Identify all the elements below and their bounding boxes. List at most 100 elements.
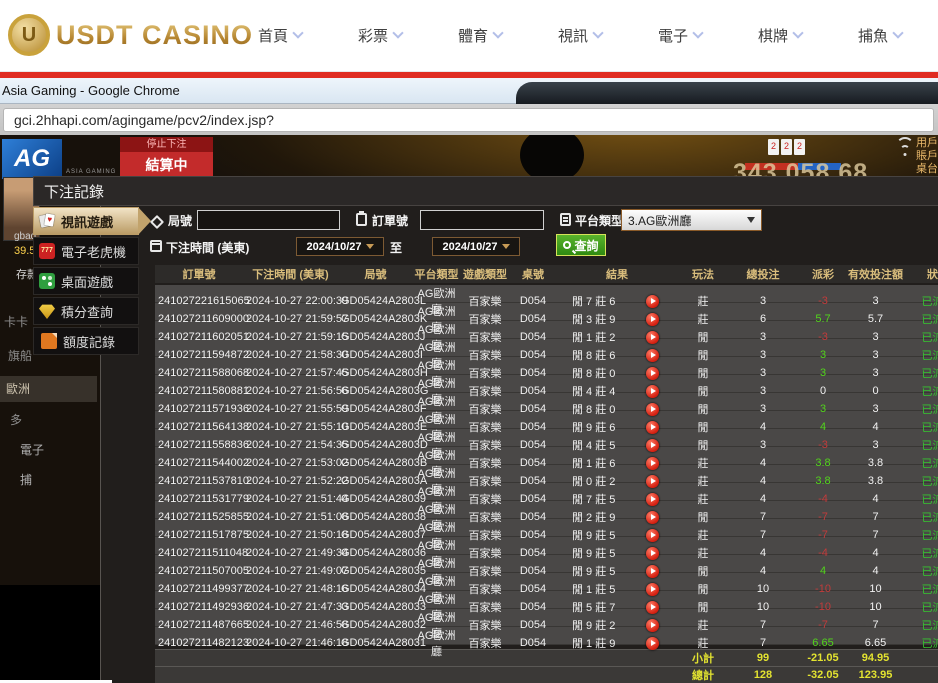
sidebar-item-電子老虎機[interactable]: 電子老虎機	[33, 237, 139, 265]
date-from-value: 2024/10/27	[306, 241, 361, 253]
nav-item-彩票[interactable]: 彩票	[358, 25, 402, 46]
cell-total-bet: 10	[728, 601, 798, 613]
date-to-picker[interactable]: 2024/10/27	[432, 237, 520, 256]
nav-item-label: 視訊	[558, 25, 588, 46]
cell-result: 閒 0 莊 2	[556, 473, 678, 489]
cell-play-method: 莊	[678, 311, 728, 327]
replay-play-icon[interactable]	[646, 349, 659, 362]
document-icon	[41, 333, 57, 349]
address-bar[interactable]: gci.2hhapi.com/agingame/pcv2/index.jsp?	[3, 108, 934, 132]
cell-game-type: 百家樂	[460, 617, 510, 633]
replay-play-icon[interactable]	[646, 601, 659, 614]
cell-bet-time: 2024-10-27 21:55:10	[243, 421, 338, 433]
cell-status: 已派彩	[903, 311, 938, 327]
replay-play-icon[interactable]	[646, 331, 659, 344]
cell-order-number: 241027211537810	[155, 475, 243, 487]
cell-play-method: 閒	[678, 365, 728, 381]
platform-select[interactable]: 3.AG歐洲廳	[621, 209, 762, 231]
result-text: 閒 4 莊 5	[572, 437, 634, 453]
cell-order-number: 241027211511048	[155, 547, 243, 559]
bg-menu-flagship: 旗船	[8, 347, 32, 364]
replay-play-icon[interactable]	[646, 457, 659, 470]
cell-order-number: 241027221615065	[155, 295, 243, 307]
replay-play-icon[interactable]	[646, 421, 659, 434]
nav-item-體育[interactable]: 體育	[458, 25, 502, 46]
cell-round-number: GD05424A2803B	[338, 457, 413, 469]
cell-status: 已派彩	[903, 491, 938, 507]
replay-play-icon[interactable]	[646, 529, 659, 542]
cell-payout: -7	[798, 511, 848, 523]
cell-play-method: 閒	[678, 599, 728, 615]
sidebar-item-桌面遊戲[interactable]: 桌面遊戲	[33, 267, 139, 295]
bet-records-sidebar: 視訊遊戲電子老虎機桌面遊戲積分查詢額度記錄	[33, 207, 155, 357]
replay-play-icon[interactable]	[646, 565, 659, 578]
window-title: Asia Gaming - Google Chrome	[2, 83, 180, 98]
sidebar-item-積分查詢[interactable]: 積分查詢	[33, 297, 139, 325]
cell-bet-time: 2024-10-27 21:51:44	[243, 493, 338, 505]
replay-play-icon[interactable]	[646, 583, 659, 596]
replay-play-icon[interactable]	[646, 295, 659, 308]
nav-item-視訊[interactable]: 視訊	[558, 25, 602, 46]
cell-round-number: GD05424A2803L	[338, 295, 413, 307]
sidebar-item-額度記錄[interactable]: 額度記錄	[33, 327, 139, 355]
cell-payout: 3.8	[798, 475, 848, 487]
cell-valid-bet: 5.7	[848, 313, 903, 325]
replay-play-icon[interactable]	[646, 475, 659, 488]
replay-play-icon[interactable]	[646, 385, 659, 398]
round-input[interactable]	[197, 210, 340, 230]
cell-payout: -4	[798, 493, 848, 505]
result-text: 閒 9 莊 6	[572, 419, 634, 435]
nav-item-首頁[interactable]: 首頁	[258, 25, 302, 46]
cell-result: 閒 3 莊 9	[556, 311, 678, 327]
replay-play-icon[interactable]	[646, 403, 659, 416]
replay-play-icon[interactable]	[646, 511, 659, 524]
cell-table-number: D054	[510, 403, 556, 415]
settling-label: 結算中	[120, 152, 213, 179]
replay-play-icon[interactable]	[646, 313, 659, 326]
cell-round-number: GD05424A2803J	[338, 331, 413, 343]
cell-game-type: 百家樂	[460, 437, 510, 453]
nav-item-棋牌[interactable]: 棋牌	[758, 25, 802, 46]
replay-play-icon[interactable]	[646, 619, 659, 632]
replay-play-icon[interactable]	[646, 367, 659, 380]
replay-play-icon[interactable]	[646, 493, 659, 506]
account-label: 用戶名	[916, 137, 938, 150]
cell-status: 已派彩	[903, 599, 938, 615]
cell-bet-time: 2024-10-27 21:49:34	[243, 547, 338, 559]
result-text: 閒 7 莊 5	[572, 491, 634, 507]
cell-status: 已派彩	[903, 383, 938, 399]
nav-item-電子[interactable]: 電子	[658, 25, 702, 46]
replay-play-icon[interactable]	[646, 547, 659, 560]
nav-item-捕魚[interactable]: 捕魚	[858, 25, 902, 46]
cell-payout: -4	[798, 547, 848, 559]
cell-order-number: 241027211602051	[155, 331, 243, 343]
cell-play-method: 閒	[678, 509, 728, 525]
cell-bet-time: 2024-10-27 22:00:39	[243, 295, 338, 307]
cell-play-method: 莊	[678, 491, 728, 507]
total-valid-bet: 123.95	[848, 669, 903, 681]
cell-total-bet: 3	[728, 385, 798, 397]
sidebar-item-label: 桌面遊戲	[61, 272, 113, 291]
chevron-down-icon	[592, 27, 603, 38]
date-from-picker[interactable]: 2024/10/27	[296, 237, 384, 256]
cell-bet-time: 2024-10-27 21:51:08	[243, 511, 338, 523]
cell-play-method: 閒	[678, 563, 728, 579]
replay-play-icon[interactable]	[646, 637, 659, 650]
cell-round-number: GD05424A2803K	[338, 313, 413, 325]
bet-records-title: 下注記錄	[44, 181, 104, 202]
order-input[interactable]	[420, 210, 544, 230]
result-text: 閒 4 莊 4	[572, 383, 634, 399]
search-button[interactable]: 查詢	[556, 234, 606, 256]
cell-order-number: 241027211558836	[155, 439, 243, 451]
cell-result: 閒 1 莊 5	[556, 581, 678, 597]
cell-game-type: 百家樂	[460, 329, 510, 345]
sidebar-item-視訊遊戲[interactable]: 視訊遊戲	[33, 207, 139, 235]
replay-play-icon[interactable]	[646, 439, 659, 452]
cell-status: 已派彩	[903, 293, 938, 309]
cell-bet-time: 2024-10-27 21:52:22	[243, 475, 338, 487]
column-header: 訂單號	[155, 266, 243, 282]
sidebar-item-label: 積分查詢	[61, 302, 113, 321]
screen: USDT CASINO 首頁彩票體育視訊電子棋牌捕魚 Asia Gaming -…	[0, 0, 938, 683]
cell-status: 已派彩	[903, 527, 938, 543]
column-header: 狀態	[903, 266, 938, 282]
